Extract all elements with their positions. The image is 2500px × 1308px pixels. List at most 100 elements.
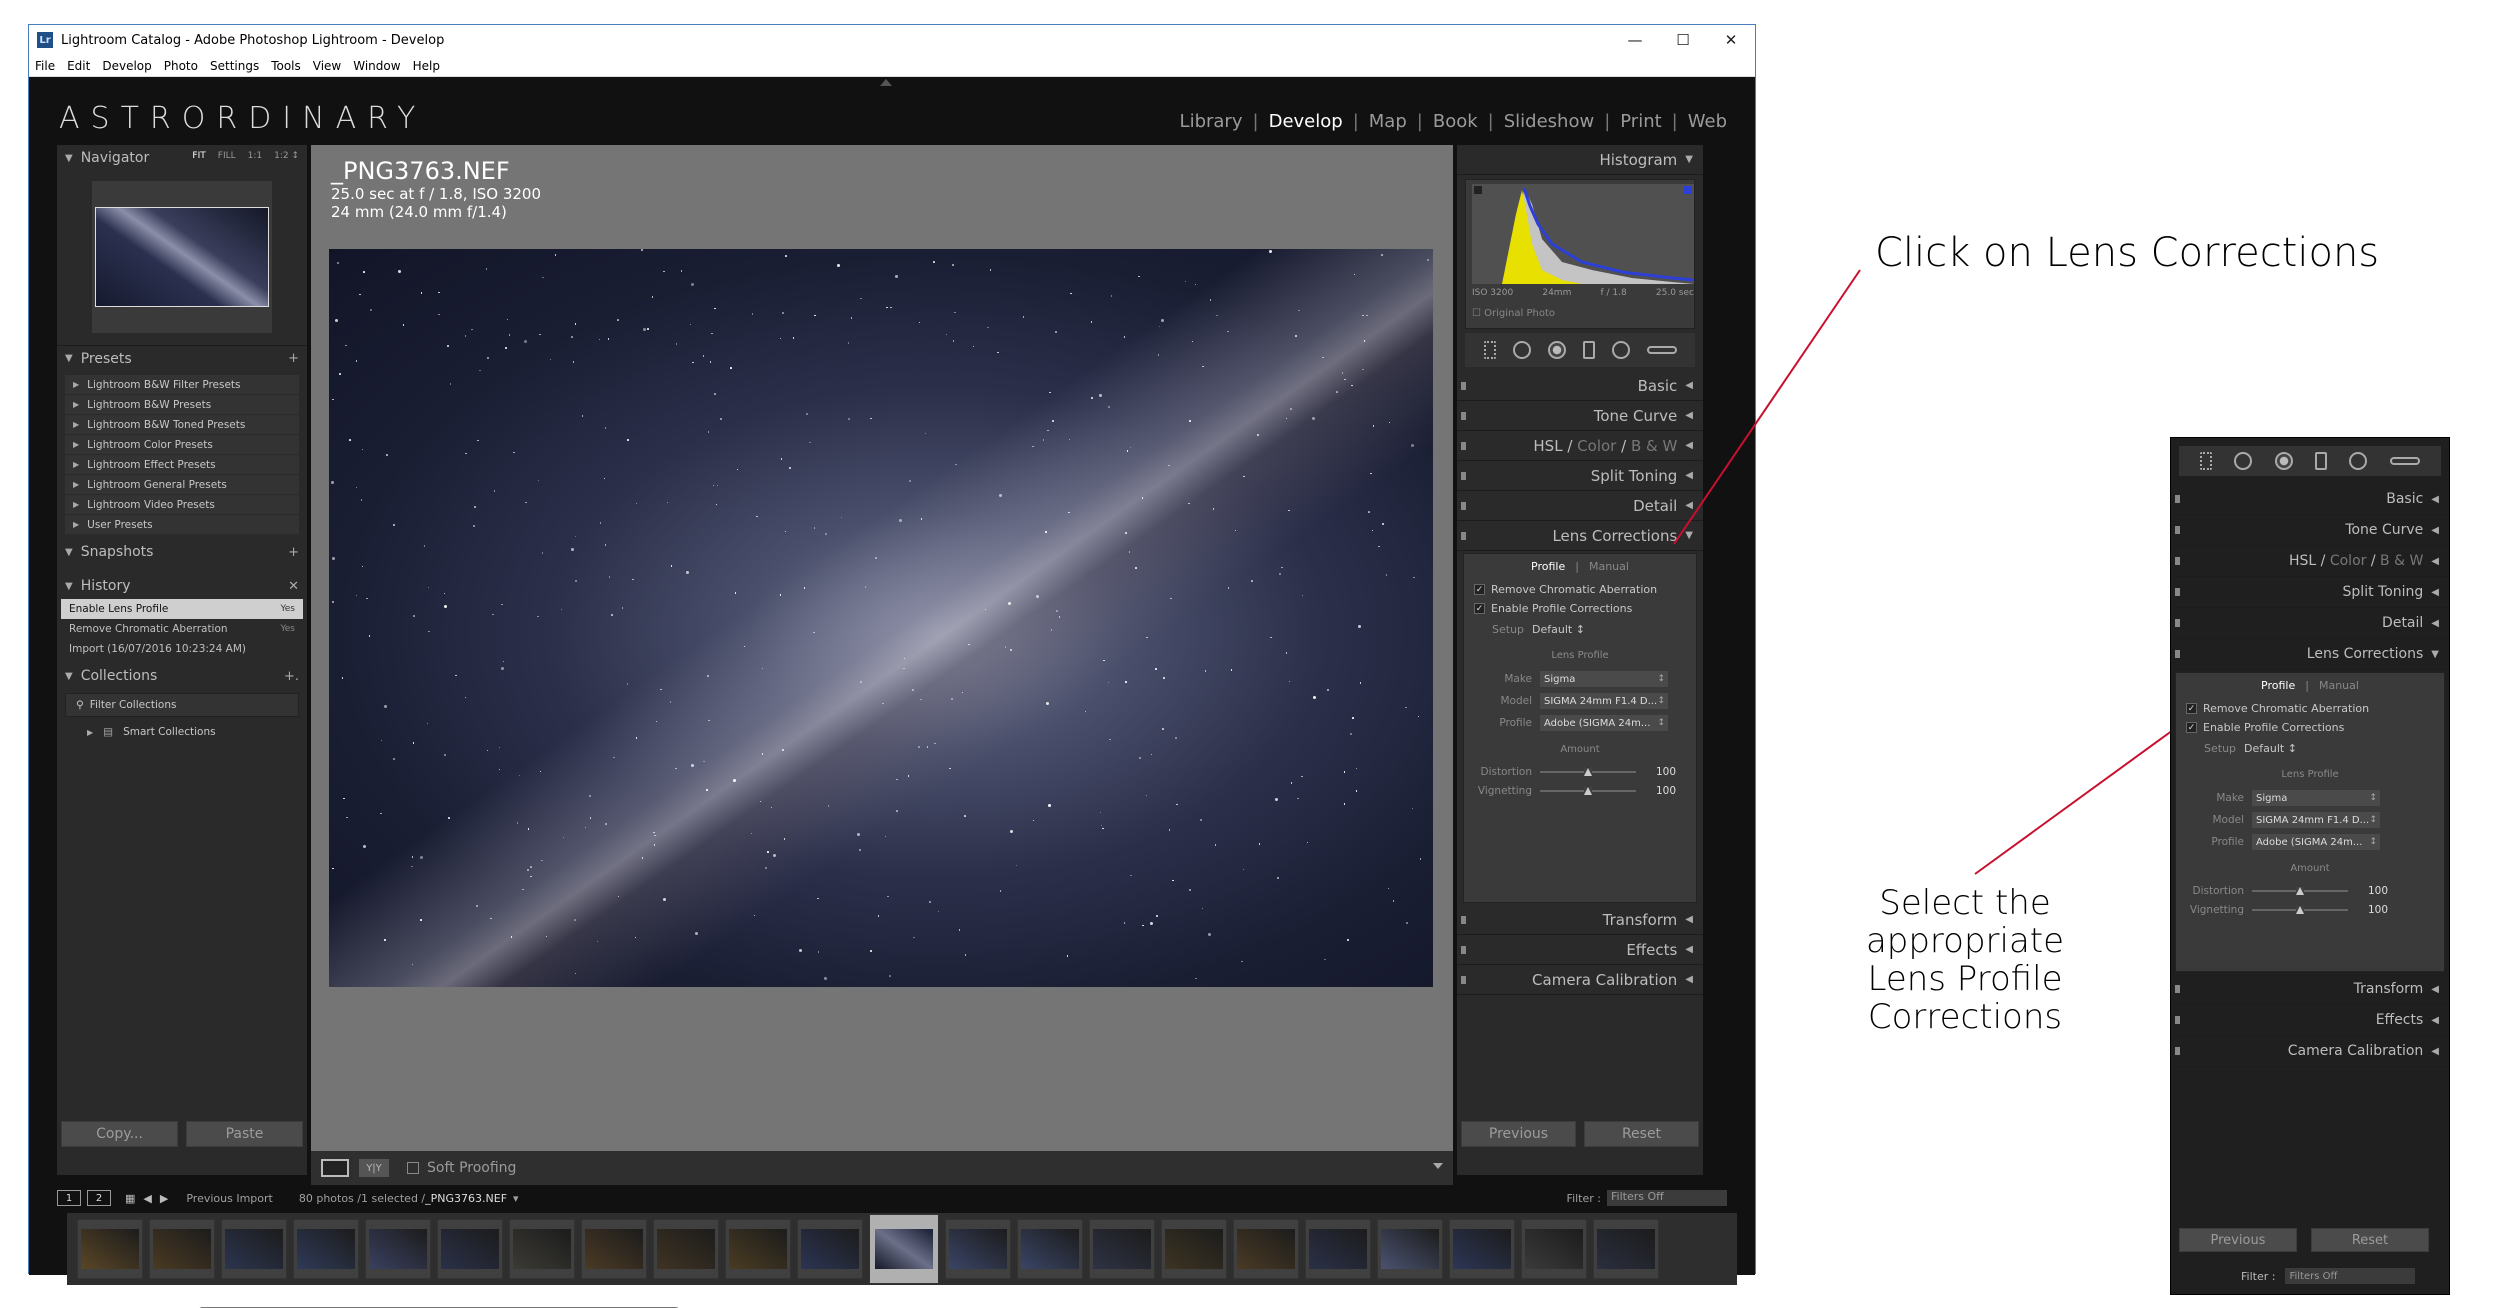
- inset-setup-dropdown[interactable]: Setup Default ↕: [2176, 737, 2444, 759]
- profile-field[interactable]: Profile Adobe (SIGMA 24m...: [1464, 712, 1696, 734]
- history-header[interactable]: ▼ History ✕: [57, 573, 307, 599]
- loupe-view-icon[interactable]: [321, 1159, 349, 1177]
- previous-button[interactable]: Previous: [1461, 1121, 1576, 1147]
- graduated-filter-icon[interactable]: [2315, 452, 2328, 470]
- inset-remove-ca-checkbox[interactable]: ✓ Remove Chromatic Aberration: [2176, 699, 2444, 718]
- make-field[interactable]: Make Sigma: [1464, 668, 1696, 690]
- inset-section-lens-corrections[interactable]: Lens Corrections ▼: [2171, 639, 2449, 670]
- add-snapshot-icon[interactable]: +: [288, 545, 299, 560]
- inset-distortion-slider[interactable]: Distortion 100: [2176, 881, 2444, 900]
- navigator-preview[interactable]: [92, 181, 272, 333]
- filmstrip-thumbnail[interactable]: [1377, 1219, 1443, 1279]
- setup-dropdown[interactable]: Setup Default ↕: [1464, 618, 1696, 640]
- snapshots-header[interactable]: ▼ Snapshots +: [57, 539, 307, 565]
- inset-tab-profile[interactable]: Profile: [2261, 679, 2295, 699]
- filmstrip-thumbnail[interactable]: [365, 1219, 431, 1279]
- window-2-button[interactable]: 2: [87, 1190, 111, 1206]
- zoom-1-2[interactable]: 1:2 ↕: [274, 151, 299, 161]
- preset-folder[interactable]: ▶ Lightroom B&W Filter Presets: [65, 375, 299, 395]
- filmstrip-thumbnail[interactable]: [509, 1219, 575, 1279]
- adjustment-brush-icon[interactable]: [1646, 346, 1677, 354]
- inset-section-transform[interactable]: Transform ◀: [2171, 974, 2449, 1005]
- forward-arrow-icon[interactable]: ▶: [160, 1192, 168, 1205]
- filmstrip-thumbnail[interactable]: [653, 1219, 719, 1279]
- menu-edit[interactable]: Edit: [61, 59, 96, 73]
- section-lens-corrections[interactable]: Lens Corrections ▼: [1457, 521, 1703, 551]
- add-collection-icon[interactable]: +.: [284, 669, 299, 684]
- module-slideshow[interactable]: Slideshow: [1494, 111, 1604, 132]
- add-preset-icon[interactable]: +: [288, 351, 299, 366]
- navigator-header[interactable]: ▼ Navigator FIT FILL 1:1 1:2 ↕: [57, 145, 307, 171]
- image-view[interactable]: _PNG3763.NEF 25.0 sec at f / 1.8, ISO 32…: [311, 145, 1453, 1175]
- filmstrip-thumbnail[interactable]: [1449, 1219, 1515, 1279]
- history-item[interactable]: Enable Lens Profile Yes: [61, 599, 303, 619]
- inset-reset-button[interactable]: Reset: [2311, 1228, 2429, 1252]
- menu-file[interactable]: File: [29, 59, 61, 73]
- histogram-header[interactable]: Histogram ▼: [1457, 145, 1703, 175]
- preset-folder[interactable]: ▶ Lightroom General Presets: [65, 475, 299, 495]
- adjustment-brush-icon[interactable]: [2389, 457, 2420, 465]
- inset-make-field[interactable]: Make Sigma: [2176, 787, 2444, 809]
- filmstrip-thumbnail[interactable]: [1233, 1219, 1299, 1279]
- minimize-button[interactable]: —: [1611, 25, 1659, 55]
- inset-section-tone-curve[interactable]: Tone Curve ◀: [2171, 515, 2449, 546]
- filter-collections-input[interactable]: ⚲ Filter Collections: [65, 693, 299, 717]
- menu-view[interactable]: View: [307, 59, 347, 73]
- filmstrip-thumbnail[interactable]: [869, 1214, 939, 1284]
- module-book[interactable]: Book: [1423, 111, 1488, 132]
- zoom-fit[interactable]: FIT: [192, 151, 205, 161]
- menu-develop[interactable]: Develop: [96, 59, 157, 73]
- section-tone-curve[interactable]: Tone Curve ◀: [1457, 401, 1703, 431]
- menu-tools[interactable]: Tools: [265, 59, 307, 73]
- collections-header[interactable]: ▼ Collections +.: [57, 663, 307, 689]
- filmstrip-thumbnail[interactable]: [77, 1219, 143, 1279]
- filmstrip-thumbnail[interactable]: [1161, 1219, 1227, 1279]
- filmstrip-thumbnail[interactable]: [581, 1219, 647, 1279]
- soft-proofing-checkbox[interactable]: [407, 1162, 419, 1174]
- preset-folder[interactable]: ▶ Lightroom Effect Presets: [65, 455, 299, 475]
- tab-manual[interactable]: Manual: [1589, 560, 1629, 580]
- preset-folder[interactable]: ▶ Lightroom B&W Presets: [65, 395, 299, 415]
- copy-button[interactable]: Copy...: [61, 1121, 178, 1147]
- preset-folder[interactable]: ▶ Lightroom Color Presets: [65, 435, 299, 455]
- section-hsl[interactable]: HSL / Color / B & W ◀: [1457, 431, 1703, 461]
- inset-profile-field[interactable]: Profile Adobe (SIGMA 24m...: [2176, 831, 2444, 853]
- inset-previous-button[interactable]: Previous: [2179, 1228, 2297, 1252]
- before-after-icon[interactable]: Y|Y: [359, 1159, 389, 1177]
- section-camera-calibration[interactable]: Camera Calibration ◀: [1457, 965, 1703, 995]
- filmstrip-thumbnail[interactable]: [725, 1219, 791, 1279]
- inset-tab-manual[interactable]: Manual: [2319, 679, 2359, 699]
- toolbar-options-icon[interactable]: [1433, 1163, 1443, 1169]
- source-label[interactable]: Previous Import: [186, 1192, 273, 1205]
- inset-filter-dropdown[interactable]: Filters Off: [2285, 1268, 2416, 1284]
- filmstrip-thumbnail[interactable]: [797, 1219, 863, 1279]
- module-library[interactable]: Library: [1170, 111, 1253, 132]
- module-develop[interactable]: Develop: [1259, 111, 1353, 132]
- menu-photo[interactable]: Photo: [158, 59, 204, 73]
- inset-section-split-toning[interactable]: Split Toning ◀: [2171, 577, 2449, 608]
- filmstrip-thumbnail[interactable]: [221, 1219, 287, 1279]
- filter-dropdown[interactable]: Filters Off: [1607, 1190, 1727, 1206]
- clear-history-icon[interactable]: ✕: [288, 579, 299, 594]
- history-item[interactable]: Import (16/07/2016 10:23:24 AM): [61, 639, 303, 659]
- graduated-filter-icon[interactable]: [1582, 341, 1595, 359]
- section-effects[interactable]: Effects ◀: [1457, 935, 1703, 965]
- source-dropdown-icon[interactable]: ▾: [513, 1192, 519, 1205]
- menu-window[interactable]: Window: [347, 59, 406, 73]
- crop-tool-icon[interactable]: [1483, 341, 1496, 359]
- distortion-slider[interactable]: Distortion 100: [1464, 762, 1696, 781]
- spot-removal-icon[interactable]: [1512, 341, 1531, 359]
- inset-enable-profile-checkbox[interactable]: ✓ Enable Profile Corrections: [2176, 718, 2444, 737]
- smart-collections-folder[interactable]: ▶ ▤ Smart Collections: [57, 721, 307, 743]
- preset-folder[interactable]: ▶ Lightroom B&W Toned Presets: [65, 415, 299, 435]
- selected-filename[interactable]: _PNG3763.NEF: [425, 1192, 507, 1205]
- radial-filter-icon[interactable]: [2349, 452, 2368, 470]
- section-detail[interactable]: Detail ◀: [1457, 491, 1703, 521]
- filmstrip-thumbnail[interactable]: [1089, 1219, 1155, 1279]
- histogram[interactable]: ISO 3200 24mm f / 1.8 25.0 sec ☐ Origina…: [1465, 179, 1695, 329]
- spot-removal-icon[interactable]: [2234, 452, 2253, 470]
- radial-filter-icon[interactable]: [1611, 341, 1630, 359]
- inset-model-field[interactable]: Model SIGMA 24mm F1.4 D...: [2176, 809, 2444, 831]
- filmstrip-thumbnail[interactable]: [1305, 1219, 1371, 1279]
- module-map[interactable]: Map: [1359, 111, 1417, 132]
